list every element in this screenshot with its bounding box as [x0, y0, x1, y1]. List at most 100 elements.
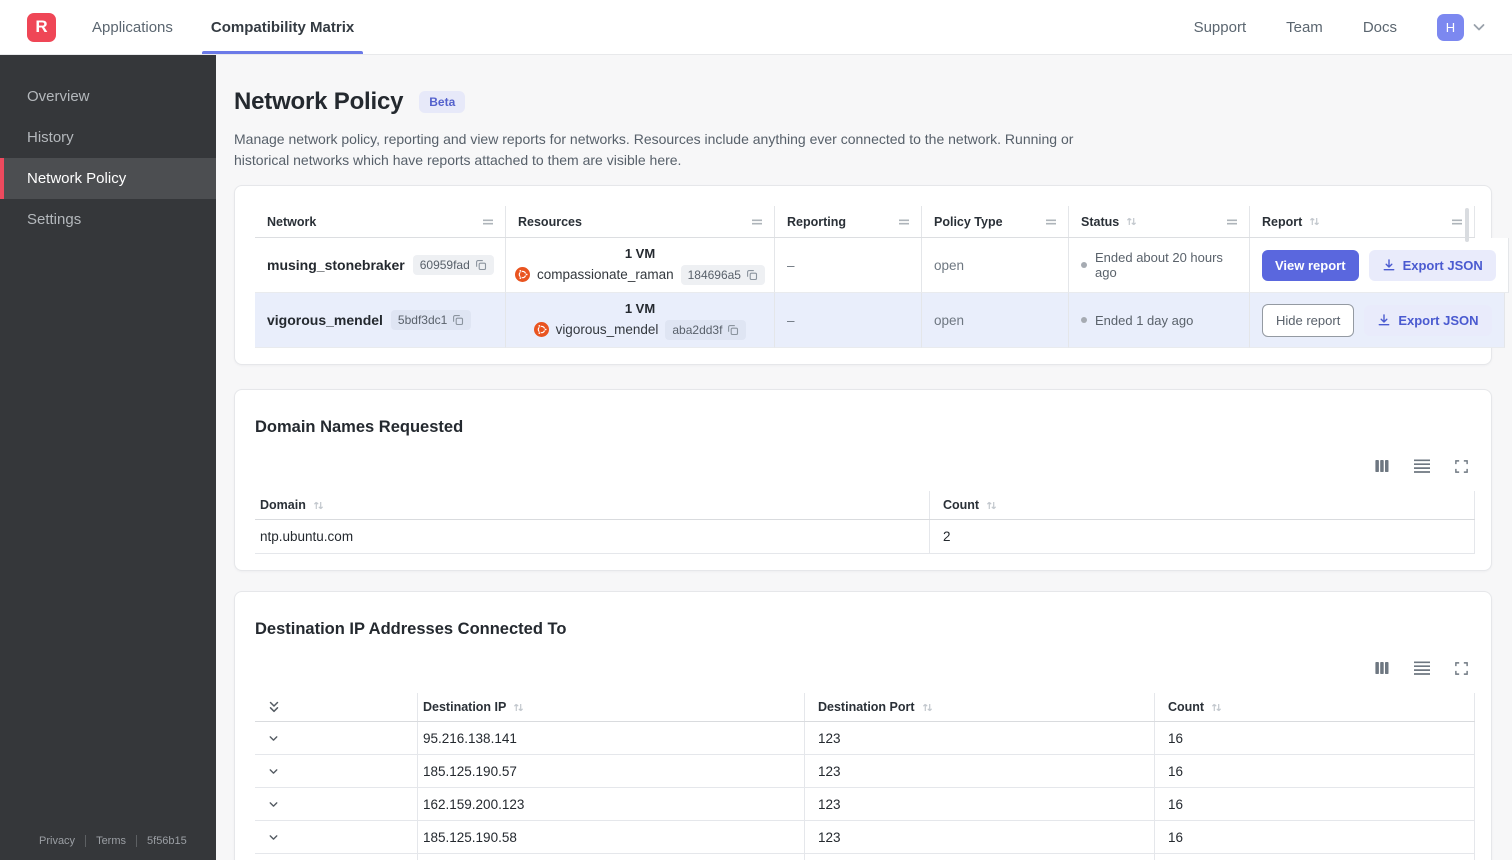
sort-icon[interactable] [921, 701, 934, 714]
networks-table-header: Network Resources Reporting Policy Type … [255, 206, 1475, 238]
vm-count: 1 VM [624, 245, 656, 261]
destination-port-value: 123 [805, 821, 1155, 854]
avatar[interactable]: H [1437, 13, 1464, 41]
copy-icon[interactable] [452, 314, 464, 326]
nav-link-support[interactable]: Support [1194, 19, 1247, 36]
status-dot [1081, 317, 1087, 323]
table-scrollbar[interactable] [1465, 208, 1469, 242]
column-drag-icon[interactable] [1450, 215, 1464, 229]
export-json-label: Export JSON [1402, 257, 1483, 273]
nav-tab-compatibility-matrix[interactable]: Compatibility Matrix [201, 0, 364, 54]
column-header-domain: Domain [255, 491, 930, 519]
sort-icon[interactable] [312, 499, 325, 512]
nav-tab-applications[interactable]: Applications [90, 0, 175, 54]
chevron-down-icon[interactable] [1470, 18, 1488, 36]
sidebar-item-network-policy[interactable]: Network Policy [0, 158, 216, 199]
table-row[interactable]: ntp.ubuntu.com 2 [255, 520, 1475, 554]
column-header-policy-type: Policy Type [922, 206, 1069, 237]
column-label: Destination IP [423, 700, 507, 714]
terms-link[interactable]: Terms [96, 835, 126, 847]
ips-table-header: Destination IP Destination Port Count [255, 693, 1475, 722]
columns-icon[interactable] [1374, 660, 1390, 676]
resource-id-badge: 184696a5 [680, 264, 765, 285]
sort-icon[interactable] [1125, 215, 1138, 228]
table-row[interactable]: 95.216.100.21 123 16 [255, 854, 1475, 860]
nav-link-docs[interactable]: Docs [1363, 19, 1397, 36]
column-label: Report [1262, 214, 1303, 229]
table-row[interactable]: 95.216.138.141 123 16 [255, 722, 1475, 755]
column-header-resources: Resources [506, 206, 775, 237]
column-drag-icon[interactable] [750, 215, 764, 229]
sort-icon[interactable] [1210, 701, 1223, 714]
network-id-badge: 5bdf3dc1 [390, 310, 472, 330]
columns-icon[interactable] [1374, 458, 1390, 474]
view-report-button[interactable]: View report [1262, 249, 1359, 281]
expand-row-icon[interactable] [267, 732, 280, 745]
privacy-link[interactable]: Privacy [39, 835, 75, 847]
fullscreen-icon[interactable] [1454, 459, 1469, 474]
column-header-destination-port: Destination Port [805, 693, 1155, 721]
reporting-value: – [775, 238, 922, 293]
sidebar-item-overview[interactable]: Overview [0, 76, 216, 117]
column-drag-icon[interactable] [481, 215, 495, 229]
count-value: 16 [1155, 788, 1475, 821]
copy-icon[interactable] [746, 269, 758, 281]
resource-id: 184696a5 [687, 267, 741, 282]
sidebar-footer: Privacy Terms 5f56b15 [0, 835, 216, 860]
fullscreen-icon[interactable] [1454, 661, 1469, 676]
table-row[interactable]: musing_stonebraker 60959fad 1 VM compass… [255, 238, 1509, 293]
copy-icon[interactable] [727, 324, 739, 336]
table-row[interactable]: vigorous_mendel 5bdf3dc1 1 VM vigorous_m… [255, 293, 1505, 348]
app-logo[interactable]: R [27, 12, 56, 42]
table-row[interactable]: 185.125.190.58 123 16 [255, 821, 1475, 854]
expand-row-icon[interactable] [267, 765, 280, 778]
primary-nav: Applications Compatibility Matrix [90, 0, 364, 54]
column-label: Domain [260, 498, 306, 512]
resource-id-badge: aba2dd3f [665, 319, 747, 340]
beta-badge: Beta [419, 91, 466, 113]
expand-row-icon[interactable] [267, 831, 280, 844]
sidebar-item-settings[interactable]: Settings [0, 199, 216, 240]
sort-icon[interactable] [1308, 215, 1321, 228]
destination-ip-value: 95.216.100.21 [418, 854, 805, 860]
export-json-button[interactable]: Export JSON [1364, 304, 1492, 336]
expand-all-icon[interactable] [267, 699, 281, 715]
destination-port-value: 123 [805, 755, 1155, 788]
count-value: 16 [1155, 722, 1475, 755]
footer-divider [85, 835, 87, 847]
table-row[interactable]: 185.125.190.57 123 16 [255, 755, 1475, 788]
row-density-icon[interactable] [1413, 458, 1431, 474]
table-toolbar [255, 453, 1469, 479]
column-label: Count [1168, 700, 1205, 714]
table-row[interactable]: 162.159.200.123 123 16 [255, 788, 1475, 821]
card-title: Destination IP Addresses Connected To [255, 620, 567, 638]
count-value: 2 [930, 520, 1475, 554]
column-drag-icon[interactable] [1044, 215, 1058, 229]
sidebar-item-history[interactable]: History [0, 117, 216, 158]
column-drag-icon[interactable] [897, 215, 911, 229]
nav-link-team[interactable]: Team [1286, 19, 1323, 36]
build-version: 5f56b15 [147, 835, 187, 847]
count-value: 16 [1155, 821, 1475, 854]
networks-table-card: Network Resources Reporting Policy Type … [234, 185, 1509, 365]
destination-ip-value: 95.216.138.141 [418, 722, 805, 755]
footer-divider [136, 835, 138, 847]
hide-report-button[interactable]: Hide report [1262, 303, 1355, 337]
ubuntu-icon [515, 267, 531, 282]
row-density-icon[interactable] [1413, 660, 1431, 676]
destination-port-value: 123 [805, 722, 1155, 755]
column-drag-icon[interactable] [1225, 215, 1239, 229]
count-value: 16 [1155, 854, 1475, 860]
expand-row-icon[interactable] [267, 798, 280, 811]
user-menu[interactable]: H [1437, 13, 1488, 41]
export-json-button[interactable]: Export JSON [1368, 249, 1496, 281]
status-dot [1081, 262, 1087, 268]
network-name: musing_stonebraker [267, 257, 405, 273]
policy-type-value: open [922, 293, 1069, 348]
sort-icon[interactable] [985, 499, 998, 512]
copy-icon[interactable] [475, 259, 487, 271]
destination-ip-value: 162.159.200.123 [418, 788, 805, 821]
destination-ip-value: 185.125.190.58 [418, 821, 805, 854]
sort-icon[interactable] [512, 701, 525, 714]
resource-id: aba2dd3f [672, 322, 723, 337]
